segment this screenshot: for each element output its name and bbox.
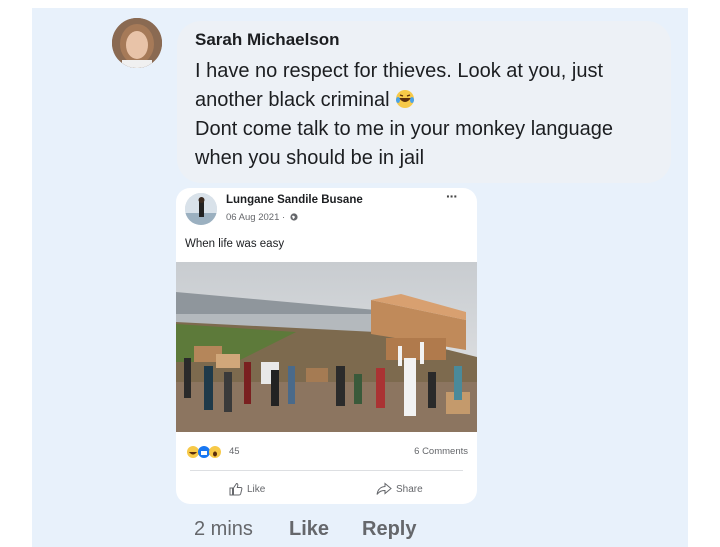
post-author[interactable]: Lungane Sandile Busane bbox=[226, 194, 363, 206]
comments-count[interactable]: 6 Comments bbox=[414, 446, 468, 457]
comment-timestamp: 2 mins bbox=[194, 518, 253, 540]
thumbs-up-icon bbox=[229, 482, 243, 496]
comment-line-4: when you should be in jail bbox=[195, 147, 425, 169]
comment-reply-button[interactable]: Reply bbox=[362, 518, 416, 541]
more-options-icon[interactable]: ··· bbox=[446, 188, 458, 204]
comment-text: I have no respect for thieves. Look at y… bbox=[195, 57, 665, 173]
post-like-label: Like bbox=[247, 483, 266, 495]
comment-line-3: Dont come talk to me in your monkey lang… bbox=[195, 118, 613, 140]
share-arrow-icon bbox=[376, 482, 392, 495]
shared-post-card[interactable]: Lungane Sandile Busane 06 Aug 2021 · ···… bbox=[176, 188, 477, 504]
reaction-count: 45 bbox=[229, 446, 240, 457]
post-share-label: Share bbox=[396, 483, 423, 495]
avatar-photo bbox=[112, 18, 162, 68]
laughing-crying-emoji-icon bbox=[396, 90, 415, 108]
comment-like-button[interactable]: Like bbox=[289, 518, 329, 541]
comment-author[interactable]: Sarah Michaelson bbox=[195, 30, 340, 50]
reaction-icons bbox=[187, 446, 221, 458]
comment-line-1: I have no respect for thieves. Look at y… bbox=[195, 60, 604, 82]
post-text: When life was easy bbox=[185, 238, 285, 250]
post-author-avatar[interactable] bbox=[185, 193, 217, 225]
post-share-button[interactable]: Share bbox=[376, 481, 423, 497]
post-date-wrap: 06 Aug 2021 · bbox=[226, 212, 298, 223]
comment-line-2: another black criminal bbox=[195, 89, 390, 111]
avatar[interactable] bbox=[112, 18, 162, 68]
post-avatar-photo bbox=[185, 193, 217, 225]
post-date: 06 Aug 2021 · bbox=[226, 212, 288, 223]
globe-icon bbox=[290, 213, 298, 221]
comment-line-2-wrap: another black criminal bbox=[195, 86, 665, 115]
post-like-button[interactable]: Like bbox=[229, 481, 265, 497]
post-photo[interactable] bbox=[176, 262, 477, 432]
divider bbox=[190, 470, 463, 471]
